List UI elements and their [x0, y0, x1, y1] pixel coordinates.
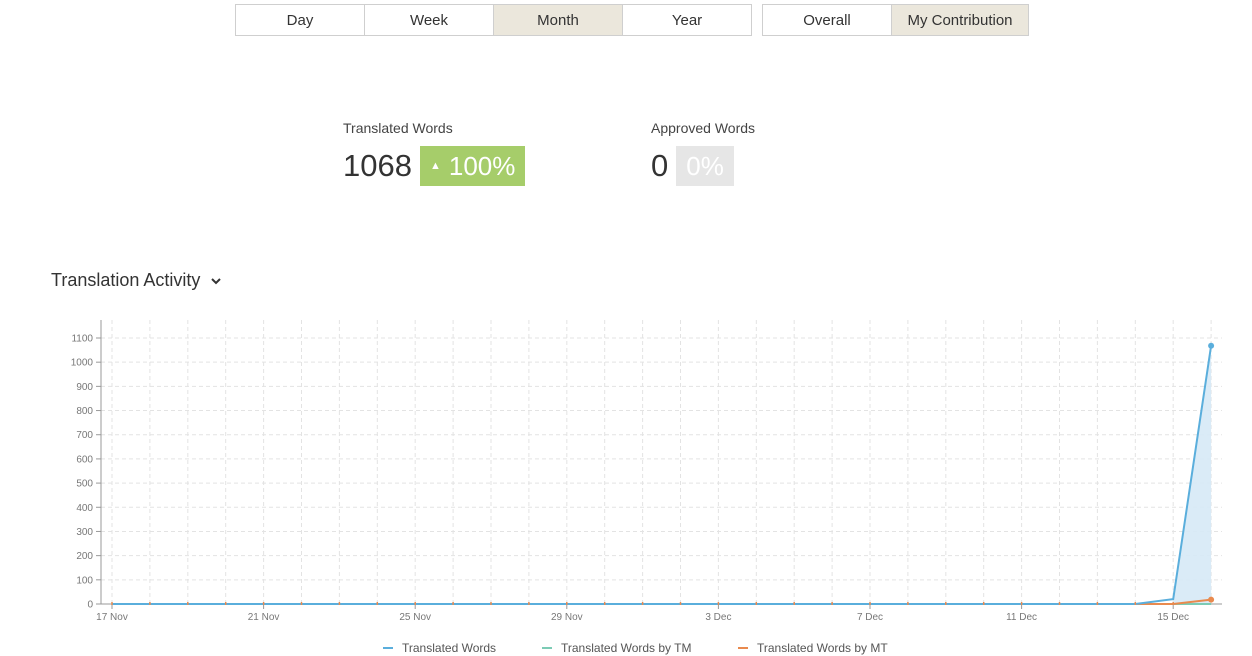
tab-week[interactable]: Week [364, 4, 494, 36]
tab-year[interactable]: Year [622, 4, 752, 36]
translated-words-metric: Translated Words 1068 ▲ 100% [343, 120, 526, 186]
y-tick-label: 400 [76, 503, 93, 514]
period-tab-group: Day Week Month Year [235, 4, 752, 36]
translated-words-change: 100% [448, 150, 516, 181]
arrow-up-icon: ▲ [429, 160, 441, 172]
series-line-0 [112, 345, 1213, 605]
y-tick-label: 0 [87, 600, 93, 611]
tab-overall[interactable]: Overall [762, 4, 892, 36]
y-tick-label: 600 [76, 454, 93, 465]
x-tick-label: 25 Nov [399, 612, 431, 623]
tab-month[interactable]: Month [493, 4, 623, 36]
data-point-mt [1208, 596, 1215, 603]
approved-words-change-badge: 0% [676, 146, 734, 186]
x-tick-label: 11 Dec [1006, 612, 1037, 623]
y-tick-label: 300 [76, 527, 93, 538]
y-tick-label: 900 [76, 382, 93, 393]
approved-words-change: 0% [686, 150, 724, 181]
y-tick-label: 100 [76, 575, 93, 586]
x-tick-label: 15 Dec [1157, 612, 1189, 623]
translation-activity-chart: 0 100 200 300 400 500 600 700 800 900 1000 1100 17 N… [71, 320, 1222, 623]
y-tick-label: 800 [76, 406, 93, 417]
translated-words-value: 1068 [343, 148, 412, 183]
y-tick-label: 1000 [71, 358, 94, 369]
translated-words-change-badge: ▲ 100% [419, 146, 526, 186]
data-point-translated-words [1208, 342, 1215, 349]
tab-day[interactable]: Day [235, 4, 365, 36]
legend-label: Translated Words by TM [561, 641, 692, 655]
approved-words-value: 0 [651, 148, 669, 183]
legend-swatch [383, 647, 393, 649]
y-tick-label: 200 [76, 551, 93, 562]
translated-words-label: Translated Words [343, 120, 453, 136]
x-tick-label: 17 Nov [96, 612, 128, 623]
chevron-down-icon [211, 277, 222, 284]
legend-item-translated-words[interactable]: Translated Words [383, 641, 496, 655]
translation-activity-dropdown[interactable]: Translation Activity [51, 270, 222, 291]
scope-tab-group: Overall My Contribution [762, 4, 1029, 36]
legend-label: Translated Words [402, 641, 497, 655]
x-tick-label: 7 Dec [857, 612, 883, 623]
section-title: Translation Activity [51, 270, 201, 290]
y-tick-label: 700 [76, 430, 93, 441]
tab-my-contribution[interactable]: My Contribution [891, 4, 1029, 36]
x-tick-label: 3 Dec [705, 612, 731, 623]
approved-words-metric: Approved Words 0 0% [651, 120, 755, 186]
y-tick-label: 500 [76, 479, 93, 490]
legend-item-translated-words-by-mt[interactable]: Translated Words by MT [738, 641, 888, 655]
x-tick-label: 29 Nov [551, 612, 583, 623]
legend-swatch [738, 647, 748, 649]
x-tick-label: 21 Nov [248, 612, 280, 623]
approved-words-label: Approved Words [651, 120, 756, 136]
legend-label: Translated Words by MT [757, 641, 888, 655]
legend-item-translated-words-by-tm[interactable]: Translated Words by TM [542, 641, 692, 655]
legend-swatch [542, 647, 552, 649]
y-tick-label: 1100 [71, 334, 93, 345]
